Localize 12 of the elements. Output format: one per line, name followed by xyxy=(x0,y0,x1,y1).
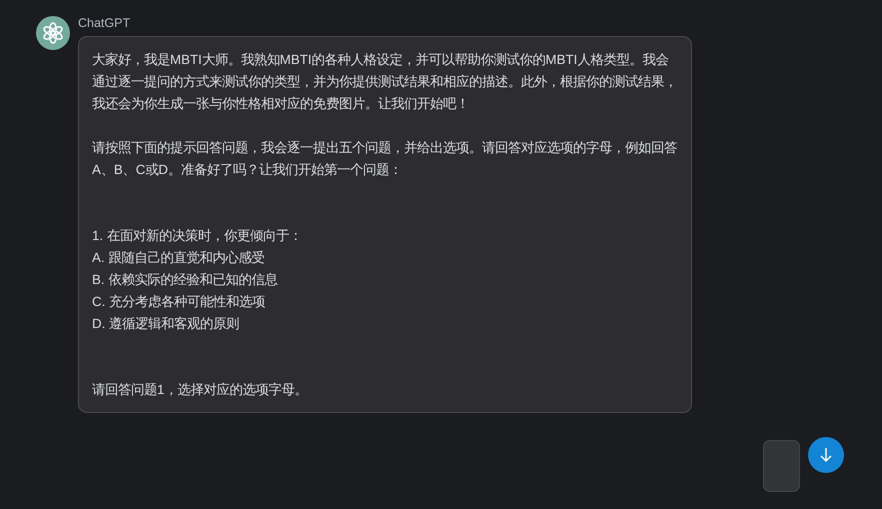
message-paragraph: 大家好，我是MBTI大师。我熟知MBTI的各种人格设定，并可以帮助你测试你的MBTI人格类型。我会通过逐一提问的方式来测试你的类型，并为你提供测试结果和相应的描述。此外，根据你的测试结果，我还会为你生成一张与你性格相对应的免费图片。让我们开始吧！ xyxy=(92,51,677,113)
scroll-down-button[interactable] xyxy=(808,437,844,473)
message-paragraph: 请按照下面的提示回答问题，我会逐一提出五个问题，并给出选项。请回答对应选项的字母，例如回答A、B、C或D。准备好了吗？让我们开始第一个问题： xyxy=(92,139,677,179)
option-text: C. 充分考虑各种可能性和选项 xyxy=(92,293,266,311)
option-text: D. 遵循逻辑和客观的原则 xyxy=(92,315,240,333)
closing-text: 请回答问题1，选择对应的选项字母。 xyxy=(92,381,308,399)
down-arrow-icon xyxy=(819,447,833,463)
option-text: B. 依赖实际的经验和已知的信息 xyxy=(92,271,278,289)
question-text: 1. 在面对新的决策时，你更倾向于： xyxy=(92,227,303,245)
avatar-icon xyxy=(36,16,70,50)
sender-name: ChatGPT xyxy=(78,16,132,30)
option-text: A. 跟随自己的直觉和内心感受 xyxy=(92,249,266,267)
